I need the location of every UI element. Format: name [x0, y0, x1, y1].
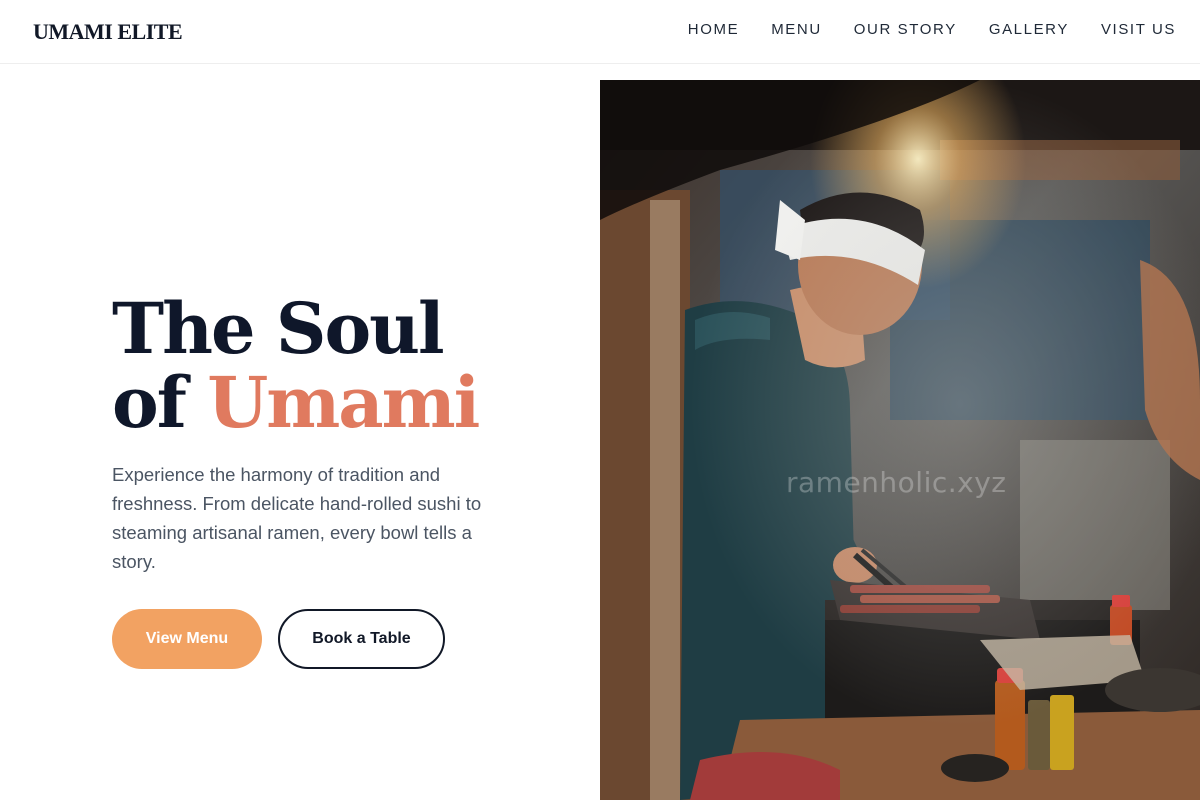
hero-text: The Soul of Umami: [112, 292, 532, 440]
image-watermark: ramenholic.xyz: [786, 466, 1007, 499]
brand-logo[interactable]: UMAMI ELITE: [33, 19, 183, 45]
nav-menu[interactable]: MENU: [771, 21, 822, 38]
hero-title: The Soul of Umami: [112, 292, 532, 440]
top-navbar: UMAMI ELITE HOME MENU OUR STORY GALLERY …: [0, 0, 1200, 64]
hero-title-accent: Umami: [207, 361, 480, 444]
nav-visit-us[interactable]: VISIT US: [1101, 21, 1176, 38]
nav-our-story[interactable]: OUR STORY: [854, 21, 957, 38]
hero-title-of: of: [112, 361, 187, 444]
hero-image-chef-grilling: ramenholic.xyz: [600, 80, 1200, 800]
nav-gallery[interactable]: GALLERY: [989, 21, 1069, 38]
hero-title-line1: The Soul: [112, 287, 445, 370]
hero-description: Experience the harmony of tradition and …: [112, 464, 482, 572]
chef-illustration: [600, 80, 1200, 800]
book-table-button[interactable]: Book a Table: [278, 609, 445, 669]
view-menu-button[interactable]: View Menu: [112, 609, 262, 669]
main-nav: HOME MENU OUR STORY GALLERY VISIT US: [688, 21, 1176, 38]
nav-home[interactable]: HOME: [688, 21, 739, 38]
